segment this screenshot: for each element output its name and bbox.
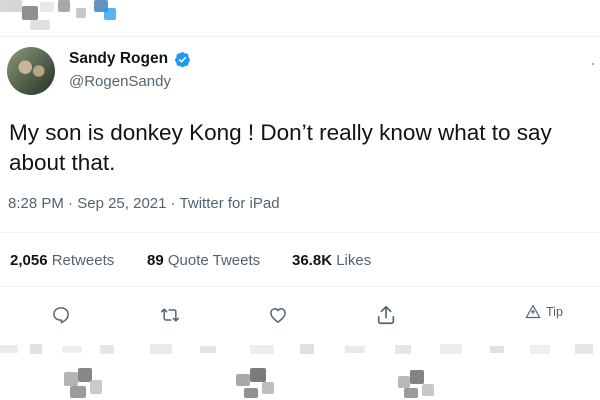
retweets-count: 2,056 [10,252,48,269]
reply-icon [53,307,69,324]
like-button[interactable] [265,302,291,328]
tweet-text-line-2: about that. [9,150,116,175]
quote-tweets-stat[interactable]: 89 Quote Tweets [147,252,260,269]
quotes-label: Quote Tweets [167,252,261,269]
share-button[interactable] [373,302,399,328]
pixelated-bottom-strip [0,344,593,354]
retweet-button[interactable] [157,302,183,328]
retweets-stat[interactable]: 2,056 Retweets [10,252,114,269]
tweet-text-line-1: My son is donkey Kong ! Don’t really kno… [9,120,552,145]
meta-separator: · [63,195,78,212]
avatar[interactable] [7,47,55,95]
heart-icon [270,308,286,323]
tip-label: Tip [546,304,563,319]
username-handle[interactable]: @RogenSandy [69,73,171,90]
verified-badge-icon [175,52,190,68]
quotes-count: 89 [147,252,164,269]
retweets-label: Retweets [51,252,115,269]
tweet-timestamp[interactable]: 8:28 PM · Sep 25, 2021 · Twitter for iPa… [8,195,280,212]
more-options-icon[interactable] [592,63,594,65]
top-divider [0,36,600,37]
reply-button[interactable] [48,302,74,328]
meta-separator: · [166,195,180,212]
display-name[interactable]: Sandy Rogen [69,50,168,68]
tweet-source[interactable]: Twitter for iPad [180,195,280,212]
tip-button[interactable]: Tip [525,304,563,319]
likes-label: Likes [336,252,372,269]
tip-icon [525,304,541,319]
divider [0,232,600,233]
tweet-time[interactable]: 8:28 PM [8,195,64,212]
divider [0,286,600,287]
tweet-text: My son is donkey Kong ! Don’t really kno… [9,118,600,178]
likes-stat[interactable]: 36.8K Likes [292,252,371,269]
retweet-icon [160,308,180,322]
tweet-date[interactable]: Sep 25, 2021 [77,195,166,212]
share-icon [377,305,395,325]
likes-count: 36.8K [292,252,333,269]
